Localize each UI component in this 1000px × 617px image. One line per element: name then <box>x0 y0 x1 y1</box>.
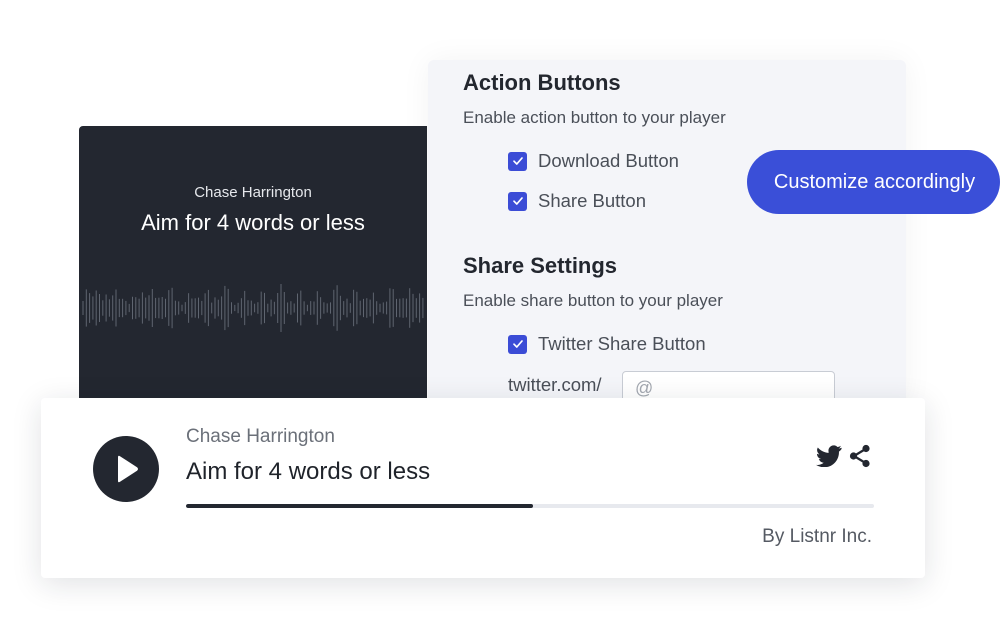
twitter-share-option[interactable]: Twitter Share Button <box>508 333 706 355</box>
twitter-share-checkbox[interactable] <box>508 334 527 354</box>
player-title: Aim for 4 words or less <box>186 458 431 485</box>
player-author: Chase Harrington <box>186 426 335 447</box>
download-checkbox[interactable] <box>508 151 527 171</box>
download-button-option[interactable]: Download Button <box>508 150 679 172</box>
cover-title: Aim for 4 words or less <box>141 210 365 235</box>
share-settings-heading: Share Settings <box>463 253 618 278</box>
twitter-share-button[interactable] <box>815 444 843 468</box>
check-icon <box>512 340 523 348</box>
share-button[interactable] <box>848 443 872 469</box>
play-button[interactable] <box>93 436 159 502</box>
action-buttons-description: Enable action button to your player <box>463 108 726 127</box>
share-button-option[interactable]: Share Button <box>508 190 646 212</box>
customize-badge: Customize accordingly <box>747 150 1000 214</box>
check-icon <box>512 157 523 165</box>
twitter-icon <box>816 445 842 467</box>
share-checkbox[interactable] <box>508 191 527 211</box>
progress-fill <box>186 504 534 508</box>
share-button-label: Share Button <box>538 190 646 211</box>
twitter-url-prefix: twitter.com/ <box>508 374 602 395</box>
share-icon <box>849 444 870 468</box>
twitter-share-label: Twitter Share Button <box>538 333 706 354</box>
download-button-label: Download Button <box>538 150 679 171</box>
settings-panel: Action Buttons Enable action button to y… <box>428 60 906 405</box>
waveform-graphic <box>82 284 424 332</box>
audio-player: Chase Harrington Aim for 4 words or less… <box>41 398 925 578</box>
action-buttons-heading: Action Buttons <box>463 70 621 95</box>
episode-cover: Chase Harrington Aim for 4 words or less <box>79 126 427 399</box>
progress-bar[interactable] <box>186 504 874 508</box>
share-settings-description: Enable share button to your player <box>463 291 723 310</box>
play-icon <box>118 455 138 483</box>
check-icon <box>512 197 523 205</box>
cover-author: Chase Harrington <box>194 184 312 201</box>
player-credit: By Listnr Inc. <box>762 526 872 547</box>
